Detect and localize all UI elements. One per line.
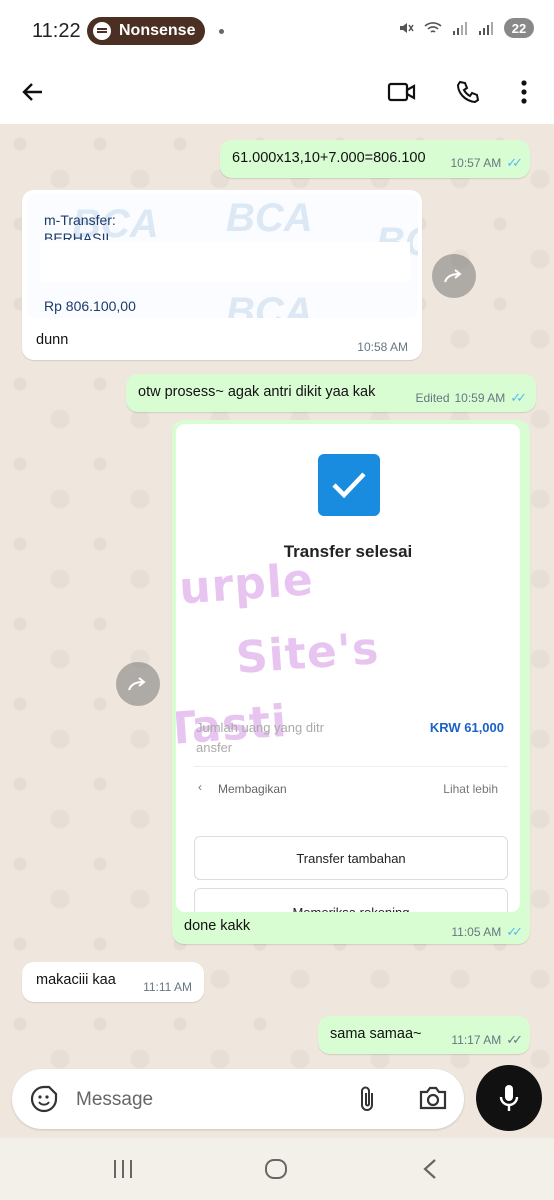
battery-icon: 22 (504, 18, 534, 38)
message-time: 11:17 AM (451, 1033, 502, 1047)
message-meta: 10:57 AM ✓✓ (450, 155, 523, 171)
message-text: otw prosess~ agak antri dikit yaa kak (138, 384, 376, 400)
message-meta: 10:58 AM (357, 340, 408, 354)
signal-icon (453, 22, 467, 35)
sticker-icon[interactable] (30, 1085, 58, 1118)
voice-call-icon[interactable] (450, 74, 486, 110)
microphone-icon (499, 1085, 519, 1111)
camera-icon[interactable] (418, 1085, 448, 1116)
message-bubble-outgoing[interactable]: otw prosess~ agak antri dikit yaa kak Ed… (126, 374, 536, 412)
watermark-text: Purple (176, 554, 316, 617)
check-account-button: Memeriksa rekening (194, 888, 508, 912)
message-time: 10:59 AM (454, 391, 506, 405)
chat-area[interactable]: 61.000x13,10+7.000=806.100 10:57 AM ✓✓ B… (0, 124, 554, 1070)
forward-icon[interactable] (432, 254, 476, 298)
field-label: Jumlah uang yang ditr (196, 720, 324, 735)
recent-apps-icon[interactable] (112, 1158, 134, 1185)
message-text: 61.000x13,10+7.000=806.100 (232, 150, 426, 166)
message-text: makaciii kaa (36, 972, 116, 988)
message-input[interactable]: Message (76, 1089, 153, 1111)
message-time: 10:58 AM (357, 340, 408, 354)
clock: 11:22 (32, 20, 81, 42)
notification-dot (219, 29, 224, 34)
bank-watermark: BCA (226, 196, 313, 240)
message-time: 11:05 AM (451, 925, 502, 939)
divider (194, 766, 508, 767)
status-bar: 11:22 Nonsense 22 (0, 0, 554, 62)
message-time: 10:57 AM (450, 156, 502, 170)
media-label: Nonsense (119, 22, 196, 39)
additional-transfer-button: Transfer tambahan (194, 836, 508, 880)
message-meta: 11:05 AM ✓✓ (451, 924, 523, 940)
message-bubble-outgoing[interactable]: 61.000x13,10+7.000=806.100 10:57 AM ✓✓ (220, 140, 530, 178)
message-time: 11:11 AM (143, 980, 192, 994)
home-icon[interactable] (264, 1158, 288, 1185)
transfer-complete-screenshot[interactable]: Transfer selesai Purple Site's Tasti Jum… (176, 424, 520, 912)
message-bubble-outgoing[interactable]: sama samaa~ 11:17 AM ✓✓ (318, 1016, 530, 1054)
wifi-icon (424, 22, 442, 33)
message-text: sama samaa~ (330, 1026, 422, 1042)
message-bubble-incoming-image[interactable]: BCA BCA BCA BCA m-Transfer: BERHASIL Rp … (22, 190, 422, 360)
attach-icon[interactable] (356, 1085, 378, 1118)
edited-label: Edited (415, 391, 450, 405)
transfer-amount: KRW 61,000 (429, 720, 504, 735)
more-options-icon[interactable] (506, 74, 542, 110)
checkbox-icon (318, 454, 380, 516)
system-icons: 22 (398, 18, 534, 38)
transfer-title: Transfer selesai (283, 542, 413, 561)
message-meta: 11:17 AM ✓✓ (451, 1032, 523, 1048)
signal-icon-2 (479, 22, 493, 35)
receipt-amount: Rp 806.100,00 (44, 298, 136, 314)
chat-header (0, 62, 554, 124)
message-meta: Edited 10:59 AM ✓✓ (415, 390, 527, 406)
field-label: ansfer (196, 740, 233, 755)
media-playing-pill[interactable]: Nonsense (87, 17, 205, 45)
voice-record-button[interactable] (476, 1065, 542, 1131)
watermark-text: Site's (234, 623, 381, 684)
receipt-line: BERHASIL (44, 230, 114, 240)
bank-watermark: BCA (226, 290, 313, 318)
message-bubble-incoming[interactable]: makaciii kaa 11:11 AM (22, 962, 204, 1002)
share-icon: ‹ (198, 780, 202, 794)
read-ticks-icon: ✓✓ (506, 924, 523, 939)
read-ticks-icon: ✓✓ (506, 155, 523, 170)
message-composer[interactable]: Message (12, 1069, 464, 1129)
redacted-area (40, 242, 410, 282)
spotify-icon (93, 22, 111, 40)
mute-icon (400, 23, 414, 33)
back-icon[interactable] (422, 1158, 438, 1185)
more-label: Lihat lebih (443, 782, 498, 796)
message-bubble-outgoing-image[interactable]: Transfer selesai Purple Site's Tasti Jum… (172, 420, 530, 944)
share-label: Membagikan (218, 782, 287, 796)
message-caption: done kakk (184, 918, 251, 934)
read-ticks-icon: ✓✓ (510, 390, 527, 405)
transfer-receipt-image[interactable]: BCA BCA BCA BCA m-Transfer: BERHASIL Rp … (26, 194, 418, 318)
video-call-icon[interactable] (384, 74, 420, 110)
back-arrow-icon[interactable] (15, 74, 51, 110)
message-meta: 11:11 AM (143, 980, 192, 994)
forward-icon[interactable] (116, 662, 160, 706)
system-nav-bar (0, 1138, 554, 1200)
receipt-line: m-Transfer: (44, 212, 116, 228)
message-caption: dunn (36, 332, 69, 348)
delivered-ticks-icon: ✓✓ (506, 1032, 523, 1047)
